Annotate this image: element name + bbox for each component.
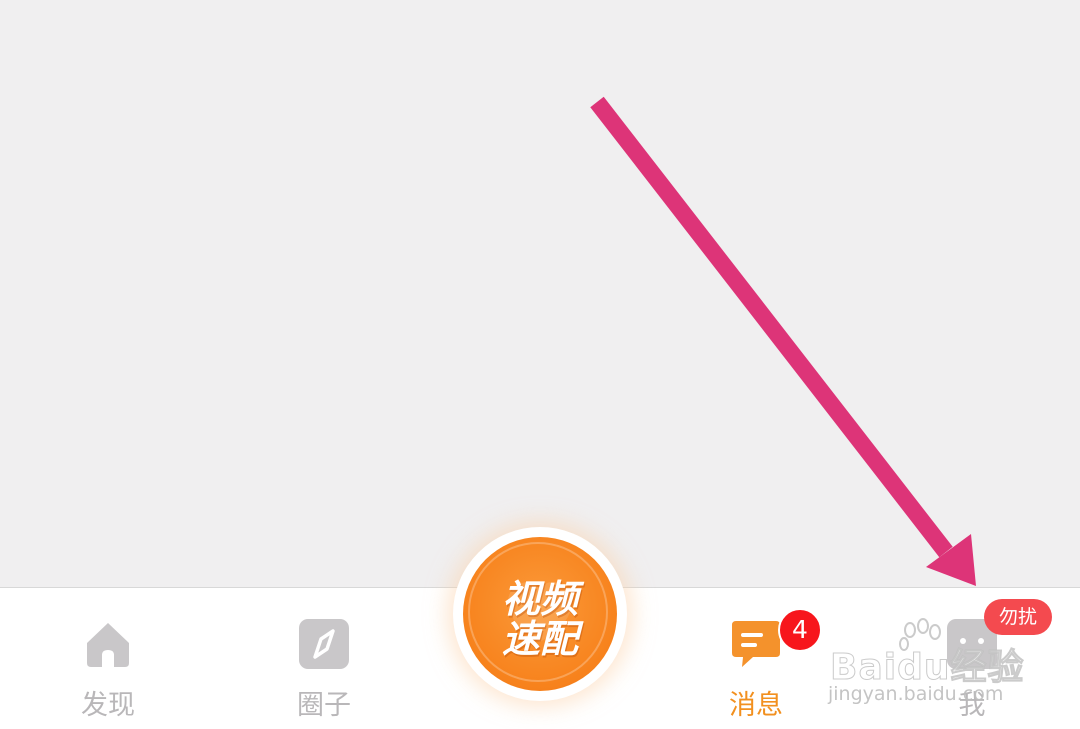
- message-icon: [732, 621, 780, 667]
- tab-label: 发现: [81, 690, 135, 721]
- video-match-button[interactable]: 视频 速配: [453, 527, 627, 701]
- home-icon: [87, 623, 129, 667]
- compass-icon: [299, 619, 349, 669]
- tab-label: 消息: [729, 690, 783, 721]
- video-match-line1: 视频: [501, 577, 578, 621]
- tab-circle[interactable]: 圈子: [244, 588, 404, 729]
- watermark-sub: jingyan.baidu.com: [828, 683, 1004, 705]
- tab-discover[interactable]: 发现: [28, 588, 188, 729]
- baidu-jingyan-watermark: Baidu经验 jingyan.baidu.com: [826, 608, 1036, 708]
- video-match-line2: 速配: [501, 617, 578, 661]
- tab-label: 圈子: [297, 690, 351, 721]
- content-area: [0, 0, 1080, 587]
- app-screen: 发现 圈子 消息 我 视频 速配 4 勿扰 Baidu经验 jingyan.ba…: [0, 0, 1080, 729]
- tab-messages[interactable]: 消息: [676, 588, 836, 729]
- message-count-badge: 4: [778, 608, 822, 652]
- video-match-circle: 视频 速配: [463, 537, 617, 691]
